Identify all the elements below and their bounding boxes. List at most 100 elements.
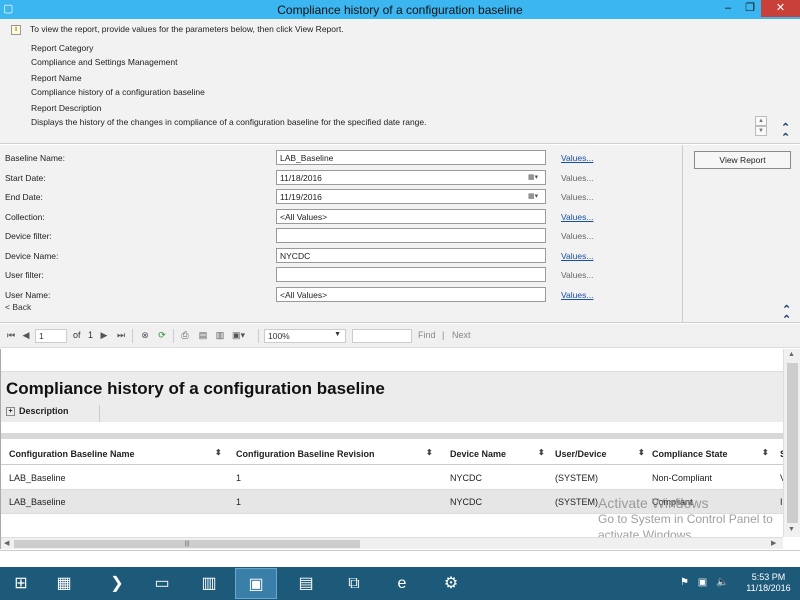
sort-icon[interactable]: ⬍ bbox=[538, 448, 545, 457]
param-input[interactable]: <All Values> bbox=[276, 287, 546, 302]
windows-start-icon[interactable]: ⊞ bbox=[0, 568, 42, 599]
param-input[interactable] bbox=[276, 228, 546, 243]
calendar-icon[interactable]: ▦▾ bbox=[528, 173, 542, 182]
flag-icon[interactable]: ⚑ bbox=[680, 577, 689, 588]
param-label: End Date: bbox=[5, 192, 43, 202]
param-label: User filter: bbox=[5, 270, 44, 280]
network-tray-icon[interactable]: ▣ bbox=[698, 577, 707, 588]
activation-watermark: Activate Windows Go to System in Control… bbox=[598, 495, 773, 542]
values-link[interactable]: Values... bbox=[561, 231, 593, 241]
back-link[interactable]: < Back bbox=[5, 302, 31, 312]
param-label: Baseline Name: bbox=[5, 153, 66, 163]
volume-icon[interactable]: 🔈 bbox=[716, 577, 728, 588]
find-input[interactable] bbox=[352, 329, 412, 343]
values-link[interactable]: Values... bbox=[561, 290, 593, 300]
param-input[interactable]: <All Values> bbox=[276, 209, 546, 224]
collapse-chevron-icon[interactable]: ⌃ ⌃ bbox=[781, 123, 790, 144]
restore-button[interactable]: ❐ bbox=[739, 0, 761, 17]
sort-icon[interactable]: ⬍ bbox=[762, 448, 769, 457]
page-number-input[interactable]: 1 bbox=[35, 329, 67, 343]
horizontal-scroll-thumb[interactable]: ||| bbox=[14, 540, 360, 548]
values-link[interactable]: Values... bbox=[561, 192, 593, 202]
vertical-scrollbar[interactable]: ▲ ▼ bbox=[783, 349, 800, 537]
page-setup-icon[interactable]: ▥ bbox=[214, 330, 226, 341]
server-manager-icon[interactable]: ▦ bbox=[43, 568, 85, 599]
network-icon[interactable]: ⧉ bbox=[333, 568, 375, 599]
sort-icon[interactable]: ⬍ bbox=[215, 448, 222, 457]
page-total: 1 bbox=[88, 330, 94, 340]
taskbar: ⊞ ▦ ❯ ▭ ▥ ▣ ▤ ⧉ e ⚙ ⚑ ▣ 🔈 5:53 PM 11/18/… bbox=[0, 567, 800, 600]
column-header[interactable]: User/Device bbox=[555, 449, 607, 459]
instructions-text: To view the report, provide values for t… bbox=[30, 24, 344, 34]
view-report-button[interactable]: View Report bbox=[694, 151, 791, 169]
refresh-icon[interactable]: ⟳ bbox=[156, 330, 168, 341]
date-picker-input[interactable]: 11/19/2016 ▦▾ bbox=[276, 189, 546, 204]
table-cell: Non-Compliant bbox=[652, 473, 713, 483]
print-layout-icon[interactable]: ▤ bbox=[197, 330, 209, 341]
find-button[interactable]: Find bbox=[418, 330, 436, 341]
description-toggle[interactable]: + Description bbox=[6, 406, 69, 417]
values-link[interactable]: Values... bbox=[561, 212, 593, 222]
stop-icon[interactable]: ⊗ bbox=[139, 330, 151, 341]
settings-icon[interactable]: ⚙ bbox=[430, 568, 472, 599]
category-label: Report Category bbox=[31, 43, 94, 53]
remote-desktop-icon[interactable]: ▤ bbox=[285, 568, 327, 599]
toolbar-separator bbox=[173, 329, 174, 343]
table-cell: 1 bbox=[236, 497, 242, 507]
column-header[interactable]: Configuration Baseline Name bbox=[9, 449, 135, 459]
param-label: User Name: bbox=[5, 290, 51, 300]
clock-date: 11/18/2016 bbox=[746, 583, 791, 593]
param-input[interactable] bbox=[276, 267, 546, 282]
scroll-up-arrow-icon[interactable]: ▲ bbox=[788, 351, 795, 358]
first-page-icon[interactable]: ⏮ bbox=[5, 330, 17, 341]
sort-icon[interactable]: ⬍ bbox=[426, 448, 433, 457]
report-name-value: Compliance history of a configuration ba… bbox=[31, 87, 205, 97]
next-page-icon[interactable]: ▶ bbox=[98, 330, 110, 341]
date-picker-input[interactable]: 11/18/2016 ▦▾ bbox=[276, 170, 546, 185]
values-link[interactable]: Values... bbox=[561, 173, 593, 183]
file-explorer-icon[interactable]: ▭ bbox=[141, 568, 183, 599]
scroll-up-icon[interactable]: ▲ bbox=[755, 116, 767, 126]
param-input[interactable]: NYCDC bbox=[276, 248, 546, 263]
values-link[interactable]: Values... bbox=[561, 153, 593, 163]
description-label: Report Description bbox=[31, 103, 102, 113]
parameters-panel: Baseline Name: LAB_Baseline Values... Start… bbox=[0, 145, 682, 323]
table-cell: LAB_Baseline bbox=[9, 473, 66, 483]
table-cell: (SYSTEM) bbox=[555, 497, 599, 507]
powershell-icon[interactable]: ❯ bbox=[96, 568, 138, 599]
next-button[interactable]: Next bbox=[452, 330, 471, 341]
table-row: LAB_Baseline1NYCDC(SYSTEM)Non-CompliantV bbox=[1, 466, 786, 490]
param-label: Collection: bbox=[5, 212, 45, 222]
close-button[interactable]: ✕ bbox=[761, 0, 800, 17]
calendar-icon[interactable]: ▦▾ bbox=[528, 192, 542, 201]
expand-icon[interactable]: + bbox=[6, 407, 15, 417]
param-input[interactable]: LAB_Baseline bbox=[276, 150, 546, 165]
scroll-left-arrow-icon[interactable]: ◀ bbox=[4, 539, 9, 547]
vertical-scroll-thumb[interactable] bbox=[787, 363, 798, 523]
column-header[interactable]: Compliance State bbox=[652, 449, 728, 459]
sort-icon[interactable]: ⬍ bbox=[638, 448, 645, 457]
internet-explorer-icon[interactable]: e bbox=[381, 568, 423, 599]
print-icon[interactable]: ⎙ bbox=[179, 330, 191, 341]
horizontal-scrollbar[interactable]: ◀ ||| ▶ bbox=[1, 537, 783, 549]
scroll-down-arrow-icon[interactable]: ▼ bbox=[788, 526, 795, 533]
last-page-icon[interactable]: ⏭ bbox=[115, 330, 127, 341]
table-cell: 1 bbox=[236, 473, 242, 483]
values-link[interactable]: Values... bbox=[561, 270, 593, 280]
export-icon[interactable]: ▣▾ bbox=[232, 330, 245, 341]
previous-page-icon[interactable]: ◀ bbox=[20, 330, 32, 341]
scroll-down-icon[interactable]: ▼ bbox=[755, 126, 767, 136]
collapse-params-chevron-icon[interactable]: ⌃ ⌃ bbox=[782, 305, 791, 326]
zoom-select[interactable]: 100% ▼ bbox=[264, 329, 346, 343]
values-link[interactable]: Values... bbox=[561, 251, 593, 261]
clock[interactable]: 5:53 PM 11/18/2016 bbox=[741, 572, 796, 594]
description-value: Displays the history of the changes in c… bbox=[31, 117, 427, 127]
scroll-right-arrow-icon[interactable]: ▶ bbox=[771, 539, 776, 547]
system-tray: ⚑ ▣ 🔈 bbox=[680, 577, 728, 588]
tools-icon[interactable]: ▥ bbox=[188, 568, 230, 599]
category-value: Compliance and Settings Management bbox=[31, 57, 178, 67]
report-viewer-icon[interactable]: ▣ bbox=[235, 568, 277, 599]
column-header[interactable]: Device Name bbox=[450, 449, 506, 459]
minimize-button[interactable]: ‒ bbox=[717, 0, 739, 17]
column-header[interactable]: Configuration Baseline Revision bbox=[236, 449, 375, 459]
